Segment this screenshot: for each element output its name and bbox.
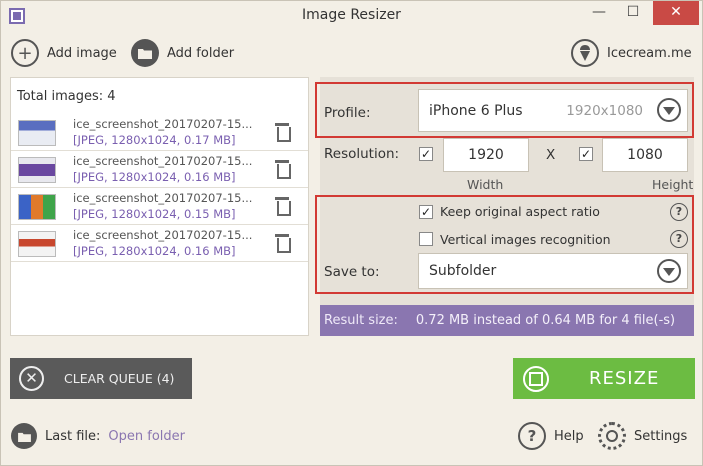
plus-icon: +: [11, 39, 39, 67]
app-window: Image Resizer — ☐ ✕ + Add image Add fold…: [0, 0, 703, 466]
resize-label: RESIZE: [589, 368, 660, 389]
minimize-button[interactable]: —: [582, 1, 616, 25]
last-file-group: Last file: Open folder: [11, 422, 185, 450]
file-info: [JPEG, 1280x1024, 0.15 MB]: [73, 207, 236, 221]
resolution-label: Resolution:: [324, 146, 400, 162]
file-list-item[interactable]: ice_screenshot_20170207-15... [JPEG, 128…: [11, 225, 308, 262]
open-folder-link[interactable]: Open folder: [108, 429, 185, 444]
file-thumbnail: [18, 231, 56, 257]
result-size-label: Result size:: [324, 313, 398, 328]
file-name: ice_screenshot_20170207-15...: [73, 154, 253, 168]
file-thumbnail: [18, 157, 56, 183]
help-label: Help: [554, 428, 584, 444]
resize-button[interactable]: RESIZE: [513, 358, 695, 399]
save-highlight-box: [315, 195, 694, 294]
height-label: Height: [652, 177, 694, 192]
result-size-bar: Result size: 0.72 MB instead of 0.64 MB …: [320, 305, 694, 336]
icecream-logo-icon: [571, 39, 599, 67]
resize-icon: [523, 365, 549, 392]
trash-icon[interactable]: [275, 197, 291, 216]
close-button[interactable]: ✕: [653, 1, 699, 25]
file-info: [JPEG, 1280x1024, 0.17 MB]: [73, 133, 236, 147]
add-folder-label: Add folder: [167, 45, 235, 61]
height-input[interactable]: 1080: [602, 138, 688, 172]
profile-highlight-box: [315, 82, 694, 138]
height-checkbox[interactable]: ✓: [579, 147, 593, 161]
file-thumbnail: [18, 120, 56, 146]
folder-icon: [11, 423, 37, 449]
file-queue-list: Total images: 4 ice_screenshot_20170207-…: [10, 77, 309, 336]
settings-button[interactable]: Settings: [598, 422, 687, 450]
result-size-value: 0.72 MB instead of 0.64 MB for 4 file(-s…: [415, 313, 676, 328]
close-circle-icon: ✕: [19, 366, 44, 391]
settings-label: Settings: [634, 428, 688, 444]
trash-icon[interactable]: [275, 160, 291, 179]
last-file-label: Last file:: [45, 428, 101, 444]
file-info: [JPEG, 1280x1024, 0.16 MB]: [73, 244, 236, 258]
file-info: [JPEG, 1280x1024, 0.16 MB]: [73, 170, 236, 184]
add-folder-button[interactable]: Add folder: [131, 38, 234, 68]
file-name: ice_screenshot_20170207-15...: [73, 117, 253, 131]
clear-queue-label: CLEAR QUEUE (4): [64, 371, 175, 386]
file-name: ice_screenshot_20170207-15...: [73, 228, 253, 242]
icecream-link[interactable]: Icecream.me: [571, 38, 692, 68]
maximize-button[interactable]: ☐: [616, 1, 650, 25]
times-label: X: [546, 147, 556, 163]
file-list-item[interactable]: ice_screenshot_20170207-15... [JPEG, 128…: [11, 151, 308, 188]
total-images-label: Total images: 4: [17, 89, 116, 104]
title-bar: Image Resizer — ☐ ✕: [1, 1, 702, 31]
gear-icon: [598, 422, 626, 450]
question-icon: ?: [518, 422, 546, 450]
width-label: Width: [467, 177, 504, 192]
trash-icon[interactable]: [275, 123, 291, 142]
folder-icon: [131, 39, 159, 67]
help-button[interactable]: ? Help: [518, 422, 584, 450]
file-thumbnail: [18, 194, 56, 220]
file-list-item[interactable]: ice_screenshot_20170207-15... [JPEG, 128…: [11, 114, 308, 151]
add-image-button[interactable]: + Add image: [11, 38, 117, 68]
width-checkbox[interactable]: ✓: [419, 147, 433, 161]
file-list-item[interactable]: ice_screenshot_20170207-15... [JPEG, 128…: [11, 188, 308, 225]
width-input[interactable]: 1920: [443, 138, 529, 172]
trash-icon[interactable]: [275, 234, 291, 253]
add-image-label: Add image: [47, 45, 117, 61]
clear-queue-button[interactable]: ✕ CLEAR QUEUE (4): [10, 358, 192, 399]
file-name: ice_screenshot_20170207-15...: [73, 191, 253, 205]
icecream-link-label: Icecream.me: [607, 45, 692, 61]
